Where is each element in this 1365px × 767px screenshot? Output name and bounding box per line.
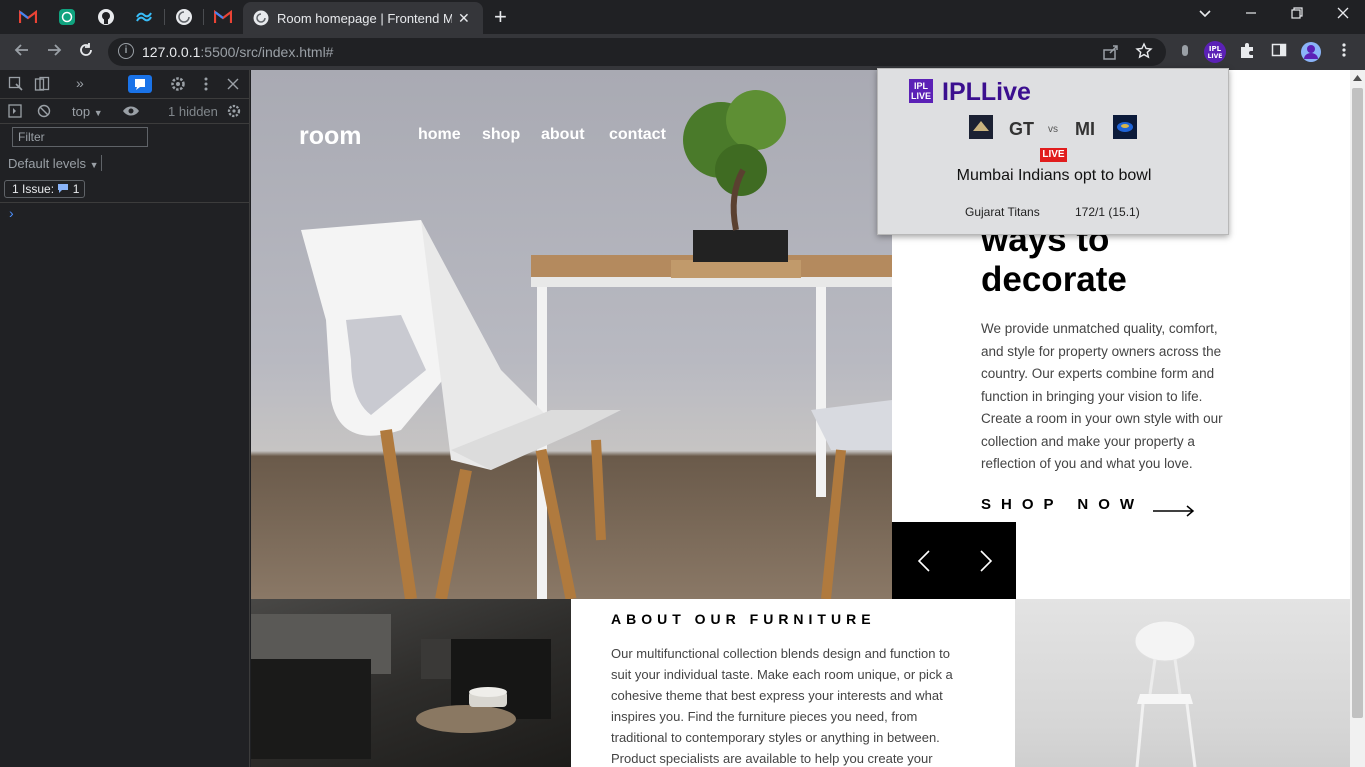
nav-about-link[interactable]: about [541, 126, 585, 144]
gmail-tab-icon[interactable] [212, 6, 234, 28]
devtools-panel: » top ▼ 1 hidden Filter Default levels ▼… [0, 70, 250, 767]
shop-now-link[interactable]: SHOP NOW [981, 496, 1144, 513]
ipl-live-logo: IPL LIVE [909, 79, 933, 103]
scroll-up-icon[interactable] [1353, 75, 1362, 81]
minimize-icon[interactable] [1239, 6, 1263, 23]
chatgpt-tab-icon[interactable] [56, 6, 78, 28]
nav-shop-link[interactable]: shop [482, 126, 520, 144]
side-panel-icon[interactable] [1268, 41, 1290, 63]
issues-button[interactable]: 1 Issue: 1 [4, 180, 85, 198]
tab-search-icon[interactable] [1193, 6, 1217, 23]
bookmark-star-icon[interactable] [1135, 42, 1153, 65]
profile-avatar[interactable] [1300, 41, 1322, 63]
default-levels-dropdown[interactable]: Default levels ▼ [8, 156, 99, 171]
page-scrollbar[interactable] [1350, 70, 1365, 767]
console-tab-icon[interactable] [128, 75, 152, 93]
site-info-icon[interactable]: i [118, 43, 134, 59]
devtools-menu-icon[interactable] [203, 76, 209, 97]
menu-kebab-icon[interactable] [1333, 41, 1355, 63]
share-icon[interactable] [1102, 43, 1120, 66]
more-tabs-icon[interactable]: » [76, 75, 84, 91]
inspect-element-icon[interactable] [8, 76, 24, 97]
tailwind-tab-icon[interactable] [134, 6, 156, 28]
batting-team: Gujarat Titans [965, 205, 1040, 219]
nav-home-link[interactable]: home [418, 126, 461, 144]
tab-bar: Room homepage | Frontend Mer ✕ + [0, 0, 1365, 34]
mi-team-logo-icon [1113, 115, 1137, 139]
batting-score: 172/1 (15.1) [1075, 205, 1140, 219]
console-prompt[interactable]: › [9, 205, 14, 221]
hero-paragraph: We provide unmatched quality, comfort, a… [981, 321, 1223, 471]
team2-name: MI [1075, 119, 1095, 139]
devtools-tab-row: » [0, 70, 250, 99]
browser-toolbar: i 127.0.0.1:5500/src/index.html# IPL LIVE [0, 34, 1365, 70]
white-chair-photo [1134, 620, 1197, 767]
issue-message-icon [58, 184, 69, 193]
context-selector[interactable]: top ▼ [72, 104, 103, 119]
slider-prev-icon[interactable] [917, 549, 931, 573]
reload-icon[interactable] [75, 41, 97, 63]
window-close-icon[interactable] [1331, 6, 1355, 23]
slider-controls [892, 522, 1016, 599]
back-icon[interactable] [11, 41, 33, 63]
github-tab-icon[interactable] [95, 6, 117, 28]
settings-gear-icon[interactable] [170, 76, 186, 97]
svg-text:IPL: IPL [1209, 45, 1222, 53]
ipl-live-popup: IPL LIVE IPLLive GT vs MI LIVE Mumbai In… [877, 68, 1229, 235]
globe-tab-icon[interactable] [173, 6, 195, 28]
extensions-puzzle-icon[interactable] [1236, 41, 1258, 63]
match-status: Mumbai Indians opt to bowl [956, 167, 1152, 184]
svg-text:LIVE: LIVE [1208, 53, 1223, 60]
hero-heading-line: decorate [981, 260, 1127, 299]
live-badge: LIVE [1040, 148, 1067, 162]
dark-room-photo [251, 614, 551, 759]
console-toolbar: top ▼ 1 hidden [0, 99, 250, 124]
console-filter-input[interactable]: Filter [12, 127, 148, 147]
clear-console-icon[interactable] [37, 104, 51, 123]
devtools-close-icon[interactable] [227, 77, 239, 95]
address-bar[interactable]: i 127.0.0.1:5500/src/index.html# [108, 38, 1166, 66]
popup-title: IPLLive [942, 78, 1031, 106]
active-tab[interactable]: Room homepage | Frontend Mer ✕ [243, 2, 483, 34]
close-tab-icon[interactable]: ✕ [458, 10, 470, 27]
versus-label: vs [1048, 124, 1058, 135]
white-chair-image [1015, 599, 1350, 767]
new-tab-button[interactable]: + [494, 6, 507, 28]
extension-icon[interactable] [1174, 41, 1196, 63]
site-logo[interactable]: room [299, 122, 362, 151]
ipl-live-extension-icon[interactable]: IPL LIVE [1204, 41, 1226, 63]
tab-separator [203, 9, 204, 25]
favicon-icon [253, 10, 269, 26]
hero-image: room home shop about contact [251, 70, 892, 599]
levels-row: Default levels ▼ [0, 152, 250, 176]
restore-icon[interactable] [1285, 6, 1309, 23]
forward-icon[interactable] [43, 41, 65, 63]
scrollbar-thumb[interactable] [1352, 88, 1363, 718]
about-paragraph: Our multifunctional collection blends de… [611, 646, 953, 766]
about-heading: ABOUT OUR FURNITURE [611, 611, 876, 627]
device-toolbar-icon[interactable] [34, 76, 50, 97]
gmail-tab-icon[interactable] [17, 6, 39, 28]
divider [101, 155, 102, 171]
dark-furniture-image [251, 599, 571, 767]
nav-contact-link[interactable]: contact [609, 126, 666, 144]
tab-separator [164, 9, 165, 25]
gt-team-logo-icon [969, 115, 993, 139]
url-text: 127.0.0.1:5500/src/index.html# [142, 44, 334, 60]
tab-title: Room homepage | Frontend Mer [277, 10, 452, 26]
slider-next-icon[interactable] [979, 549, 993, 573]
hidden-count: 1 hidden [168, 104, 218, 119]
live-expression-eye-icon[interactable] [122, 104, 140, 123]
sidebar-toggle-icon[interactable] [8, 104, 22, 123]
team1-name: GT [1009, 119, 1034, 139]
divider [0, 202, 250, 203]
console-settings-gear-icon[interactable] [227, 104, 241, 123]
arrow-right-icon[interactable] [1153, 505, 1195, 517]
